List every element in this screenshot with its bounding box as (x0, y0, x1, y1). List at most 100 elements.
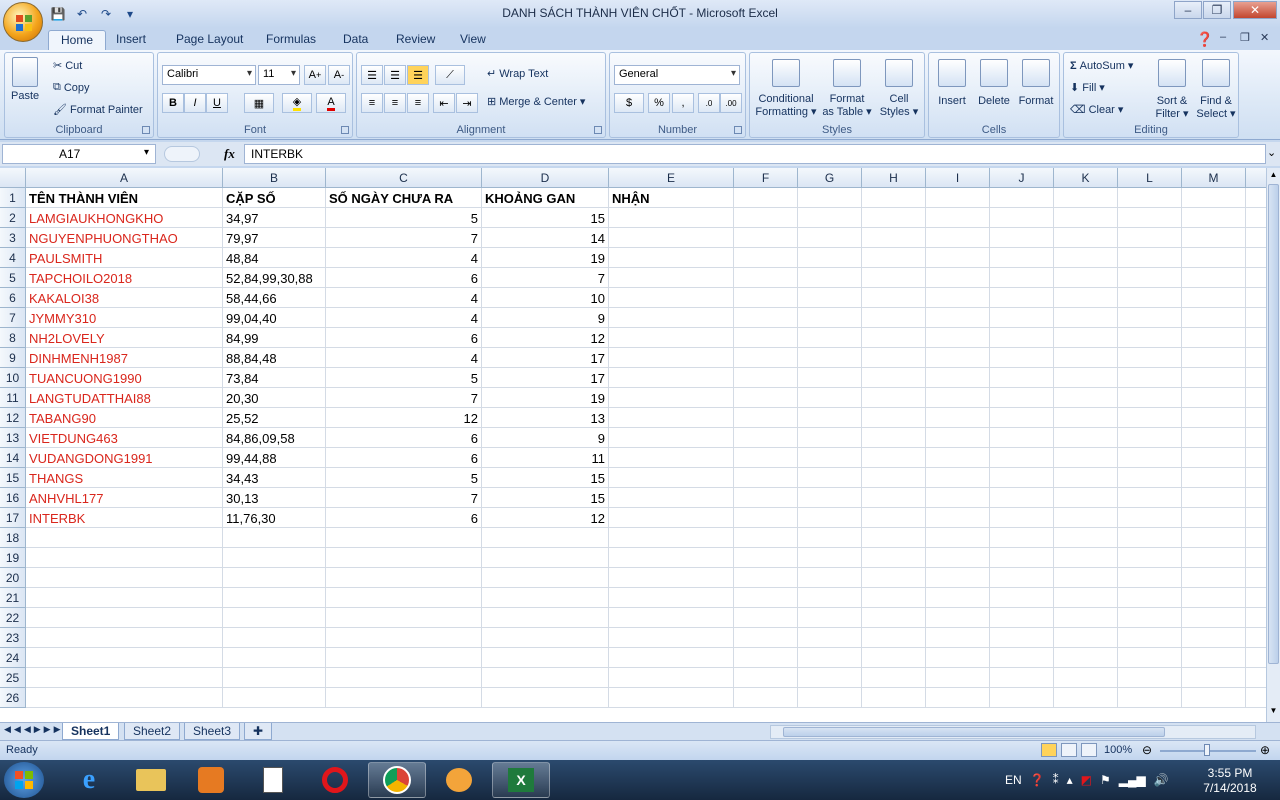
empty-cell[interactable] (482, 568, 609, 588)
empty-cell[interactable] (862, 568, 926, 588)
empty-cell[interactable] (1054, 488, 1118, 508)
empty-cell[interactable] (862, 488, 926, 508)
empty-cell[interactable] (926, 428, 990, 448)
empty-cell[interactable] (862, 588, 926, 608)
empty-cell[interactable] (734, 228, 798, 248)
empty-cell[interactable] (609, 508, 734, 528)
row-header[interactable]: 10 (0, 368, 26, 388)
empty-cell[interactable] (1054, 608, 1118, 628)
align-middle-button[interactable]: ☰ (384, 65, 406, 85)
table-cell[interactable]: 5 (326, 468, 482, 488)
formula-input[interactable]: INTERBK (244, 144, 1266, 164)
row-header[interactable]: 20 (0, 568, 26, 588)
column-header-h[interactable]: H (862, 168, 926, 188)
empty-cell[interactable] (1118, 488, 1182, 508)
empty-cell[interactable] (926, 548, 990, 568)
empty-cell[interactable] (990, 308, 1054, 328)
empty-cell[interactable] (26, 648, 223, 668)
alignment-launcher-icon[interactable] (594, 126, 602, 134)
empty-cell[interactable] (609, 408, 734, 428)
antivirus-icon[interactable]: ◩ (1081, 773, 1092, 787)
action-center-icon[interactable]: ⚑ (1100, 773, 1111, 787)
empty-cell[interactable] (1246, 308, 1266, 328)
empty-cell[interactable] (862, 408, 926, 428)
empty-cell[interactable] (609, 308, 734, 328)
table-cell[interactable]: TUANCUONG1990 (26, 368, 223, 388)
column-title-cell[interactable]: CẶP SỐ (223, 188, 326, 208)
table-cell[interactable]: TAPCHOILO2018 (26, 268, 223, 288)
table-cell[interactable]: 30,13 (223, 488, 326, 508)
column-header-m[interactable]: M (1182, 168, 1246, 188)
table-cell[interactable]: 99,04,40 (223, 308, 326, 328)
table-cell[interactable]: 11,76,30 (223, 508, 326, 528)
empty-cell[interactable] (1246, 528, 1266, 548)
empty-cell[interactable] (926, 608, 990, 628)
taskbar-document-icon[interactable] (244, 762, 302, 798)
empty-cell[interactable] (1118, 448, 1182, 468)
cut-button[interactable]: ✂ Cut (53, 59, 82, 73)
empty-cell[interactable] (990, 268, 1054, 288)
empty-cell[interactable] (734, 428, 798, 448)
paste-button[interactable]: Paste (11, 57, 39, 102)
empty-cell[interactable] (1246, 368, 1266, 388)
empty-cell[interactable] (862, 308, 926, 328)
empty-cell[interactable] (1182, 388, 1246, 408)
orientation-button[interactable]: ⟋ (435, 65, 465, 85)
copy-button[interactable]: ⧉ Copy (53, 81, 90, 94)
table-cell[interactable]: 6 (326, 428, 482, 448)
row-header[interactable]: 16 (0, 488, 26, 508)
empty-cell[interactable] (926, 628, 990, 648)
empty-cell[interactable] (926, 348, 990, 368)
table-cell[interactable]: 15 (482, 488, 609, 508)
empty-cell[interactable] (1118, 428, 1182, 448)
clipboard-launcher-icon[interactable] (142, 126, 150, 134)
table-cell[interactable]: 6 (326, 328, 482, 348)
empty-cell[interactable] (990, 648, 1054, 668)
empty-cell[interactable] (609, 688, 734, 708)
empty-cell[interactable] (798, 528, 862, 548)
empty-cell[interactable] (609, 648, 734, 668)
table-cell[interactable]: THANGS (26, 468, 223, 488)
empty-cell[interactable] (1118, 528, 1182, 548)
empty-cell[interactable] (1246, 188, 1266, 208)
decrease-decimal-button[interactable]: .00 (720, 93, 742, 113)
empty-cell[interactable] (734, 528, 798, 548)
column-title-cell[interactable]: NHẬN (609, 188, 734, 208)
empty-cell[interactable] (862, 548, 926, 568)
empty-cell[interactable] (798, 448, 862, 468)
empty-cell[interactable] (862, 648, 926, 668)
italic-button[interactable]: I (184, 93, 206, 113)
page-layout-view-icon[interactable] (1061, 743, 1077, 757)
empty-cell[interactable] (223, 548, 326, 568)
empty-cell[interactable] (862, 368, 926, 388)
empty-cell[interactable] (1118, 288, 1182, 308)
empty-cell[interactable] (990, 188, 1054, 208)
empty-cell[interactable] (1054, 328, 1118, 348)
tab-formulas[interactable]: Formulas (254, 30, 328, 50)
zoom-slider-thumb[interactable] (1204, 744, 1210, 756)
column-header-d[interactable]: D (482, 168, 609, 188)
comma-button[interactable]: , (672, 93, 694, 113)
ribbon-minimize-icon[interactable]: – (1220, 31, 1226, 43)
row-header[interactable]: 24 (0, 648, 26, 668)
empty-cell[interactable] (734, 188, 798, 208)
table-cell[interactable]: 4 (326, 248, 482, 268)
empty-cell[interactable] (734, 288, 798, 308)
empty-cell[interactable] (1182, 668, 1246, 688)
empty-cell[interactable] (26, 528, 223, 548)
empty-cell[interactable] (1182, 508, 1246, 528)
empty-cell[interactable] (1246, 208, 1266, 228)
empty-cell[interactable] (990, 668, 1054, 688)
column-title-cell[interactable]: TÊN THÀNH VIÊN (26, 188, 223, 208)
empty-cell[interactable] (223, 668, 326, 688)
font-size-select[interactable]: 11 (258, 65, 300, 85)
empty-cell[interactable] (1182, 428, 1246, 448)
table-cell[interactable]: 7 (326, 228, 482, 248)
empty-cell[interactable] (734, 268, 798, 288)
taskbar-media-player-icon[interactable] (182, 762, 240, 798)
empty-cell[interactable] (862, 268, 926, 288)
column-header-f[interactable]: F (734, 168, 798, 188)
empty-cell[interactable] (1246, 508, 1266, 528)
empty-cell[interactable] (1054, 568, 1118, 588)
empty-cell[interactable] (798, 308, 862, 328)
